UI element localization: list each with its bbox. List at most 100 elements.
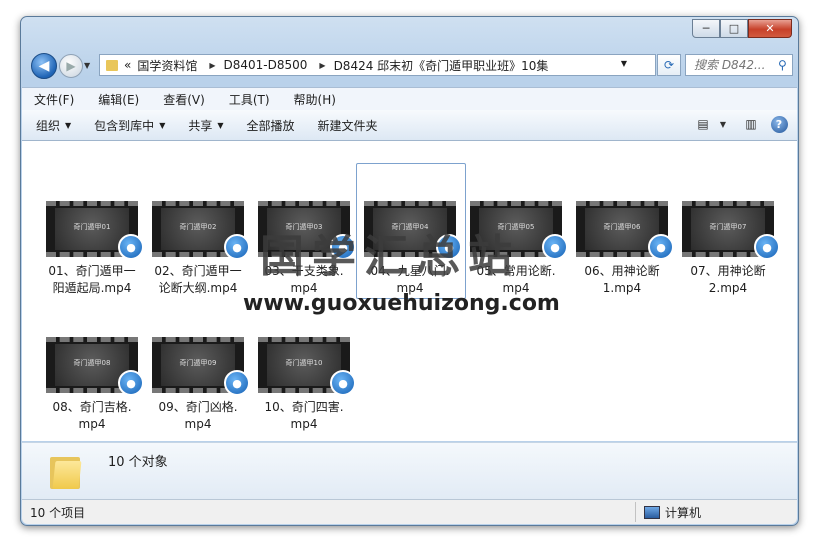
menu-file[interactable]: 文件(F) (30, 90, 78, 109)
include-label: 包含到库中 (94, 118, 155, 133)
thumb-title: 奇门遁甲02 (179, 223, 217, 231)
menu-edit[interactable]: 编辑(E) (94, 90, 143, 109)
video-thumbnail: 奇门遁甲02 ● (152, 201, 250, 260)
address-dropdown-icon[interactable]: ▼ (621, 59, 627, 68)
search-icon[interactable]: ⚲ (778, 58, 787, 72)
help-button[interactable]: ? (769, 115, 789, 133)
address-history-marker[interactable]: « (124, 58, 131, 72)
folder-icon (50, 453, 82, 489)
share-button[interactable]: 共享 ▼ (188, 117, 223, 134)
help-icon: ? (770, 115, 788, 133)
status-divider (635, 502, 636, 522)
play-all-button[interactable]: 全部播放 (247, 117, 295, 134)
back-arrow-icon: ◀ (38, 58, 50, 74)
menu-help[interactable]: 帮助(H) (290, 90, 340, 109)
chevron-right-icon[interactable]: ▶ (209, 61, 215, 70)
include-in-library-button[interactable]: 包含到库中 ▼ (94, 117, 165, 134)
forward-button[interactable]: ▶ (59, 54, 83, 78)
file-item[interactable]: 奇门遁甲10 ● 10、奇门四害. mp4 (254, 337, 356, 433)
details-pane: 10 个对象 (22, 442, 797, 499)
menu-bar: 文件(F) 编辑(E) 查看(V) 工具(T) 帮助(H) (22, 87, 797, 110)
video-thumbnail: 奇门遁甲07 ● (682, 201, 780, 260)
thumb-title: 奇门遁甲07 (709, 223, 747, 231)
caption-buttons: ─ □ ✕ (692, 19, 792, 38)
preview-pane-icon: ▥ (745, 117, 757, 131)
file-name: 06、用神论断 1.mp4 (584, 264, 660, 295)
chevron-down-icon: ▼ (719, 119, 727, 129)
preview-pane-button[interactable]: ▥ (741, 115, 761, 133)
video-thumbnail: 奇门遁甲01 ● (46, 201, 144, 260)
view-dropdown-button[interactable]: ▼ (713, 115, 733, 133)
back-button[interactable]: ◀ (31, 53, 57, 79)
thumb-title: 奇门遁甲08 (73, 359, 111, 367)
watermark-url: www.guoxuehuizong.com (243, 291, 560, 316)
media-player-icon: ● (118, 234, 144, 260)
file-name: 09、奇门凶格. mp4 (158, 400, 238, 431)
recent-pages-dropdown[interactable]: ▼ (84, 61, 90, 70)
file-item[interactable]: 奇门遁甲07 ● 07、用神论断 2.mp4 (678, 201, 780, 297)
menu-tools[interactable]: 工具(T) (225, 90, 274, 109)
video-thumbnail: 奇门遁甲10 ● (258, 337, 356, 396)
status-bar: 10 个项目 计算机 (22, 499, 797, 524)
video-thumbnail: 奇门遁甲06 ● (576, 201, 674, 260)
organize-button[interactable]: 组织 ▼ (36, 117, 71, 134)
command-bar: 组织 ▼ 包含到库中 ▼ 共享 ▼ 全部播放 新建文件夹 ▤ ▼ ▥ ? (22, 110, 797, 141)
thumb-title: 奇门遁甲10 (285, 359, 323, 367)
navigation-bar: ◀ ▶ ▼ « 国学资料馆 ▶ D8401-D8500 ▶ D8424 邱末初《… (29, 51, 793, 79)
search-box[interactable]: ⚲ (685, 54, 793, 76)
minimize-button[interactable]: ─ (692, 19, 720, 38)
video-thumbnail: 奇门遁甲09 ● (152, 337, 250, 396)
view-icon: ▤ (697, 117, 709, 131)
search-input[interactable] (692, 57, 776, 73)
forward-arrow-icon: ▶ (66, 59, 76, 73)
video-thumbnail: 奇门遁甲08 ● (46, 337, 144, 396)
media-player-icon: ● (542, 234, 568, 260)
refresh-button[interactable]: ⟳ (657, 54, 681, 76)
chevron-down-icon: ▼ (65, 120, 72, 130)
file-item[interactable]: 奇门遁甲02 ● 02、奇门遁甲一 论断大纲.mp4 (148, 201, 250, 297)
address-segment-1[interactable]: 国学资料馆 (137, 57, 197, 74)
refresh-icon: ⟳ (663, 58, 675, 72)
media-player-icon: ● (224, 370, 250, 396)
share-label: 共享 (188, 118, 213, 133)
thumb-title: 奇门遁甲06 (603, 223, 641, 231)
chevron-down-icon: ▼ (159, 120, 166, 130)
play-all-label: 全部播放 (246, 118, 295, 133)
address-segment-3[interactable]: D8424 邱末初《奇门遁甲职业班》10集 (334, 57, 549, 74)
media-player-icon: ● (754, 234, 780, 260)
file-name: 07、用神论断 2.mp4 (690, 264, 766, 295)
chevron-right-icon[interactable]: ▶ (319, 61, 325, 70)
address-segment-2[interactable]: D8401-D8500 (224, 58, 308, 72)
file-item[interactable]: 奇门遁甲09 ● 09、奇门凶格. mp4 (148, 337, 250, 433)
new-folder-button[interactable]: 新建文件夹 (318, 117, 378, 134)
close-button[interactable]: ✕ (748, 19, 792, 38)
file-name: 10、奇门四害. mp4 (264, 400, 344, 431)
computer-icon (644, 506, 660, 519)
folder-icon (106, 59, 118, 71)
thumb-title: 奇门遁甲09 (179, 359, 217, 367)
new-folder-label: 新建文件夹 (317, 118, 378, 133)
menu-view[interactable]: 查看(V) (159, 90, 209, 109)
media-player-icon: ● (118, 370, 144, 396)
status-location-label: 计算机 (665, 506, 702, 520)
media-player-icon: ● (648, 234, 674, 260)
view-controls: ▤ ▼ ▥ ? (685, 115, 789, 133)
file-item[interactable]: 奇门遁甲08 ● 08、奇门吉格. mp4 (42, 337, 144, 433)
thumb-title: 奇门遁甲01 (73, 223, 111, 231)
media-player-icon: ● (330, 370, 356, 396)
file-item[interactable]: 奇门遁甲01 ● 01、奇门遁甲一 阳遁起局.mp4 (42, 201, 144, 297)
file-name: 02、奇门遁甲一 论断大纲.mp4 (154, 264, 242, 295)
chevron-down-icon: ▼ (217, 120, 224, 130)
file-name: 08、奇门吉格. mp4 (52, 400, 132, 431)
organize-label: 组织 (36, 118, 61, 133)
change-view-button[interactable]: ▤ (693, 115, 713, 133)
details-count: 10 个对象 (108, 455, 168, 470)
file-item[interactable]: 奇门遁甲06 ● 06、用神论断 1.mp4 (572, 201, 674, 297)
address-bar[interactable]: « 国学资料馆 ▶ D8401-D8500 ▶ D8424 邱末初《奇门遁甲职业… (99, 54, 656, 76)
file-name: 01、奇门遁甲一 阳遁起局.mp4 (48, 264, 136, 295)
status-item-count: 10 个项目 (30, 506, 86, 520)
maximize-button[interactable]: □ (720, 19, 748, 38)
watermark-text: 国学汇总站 (260, 231, 520, 282)
media-player-icon: ● (224, 234, 250, 260)
status-location: 计算机 (644, 504, 701, 521)
